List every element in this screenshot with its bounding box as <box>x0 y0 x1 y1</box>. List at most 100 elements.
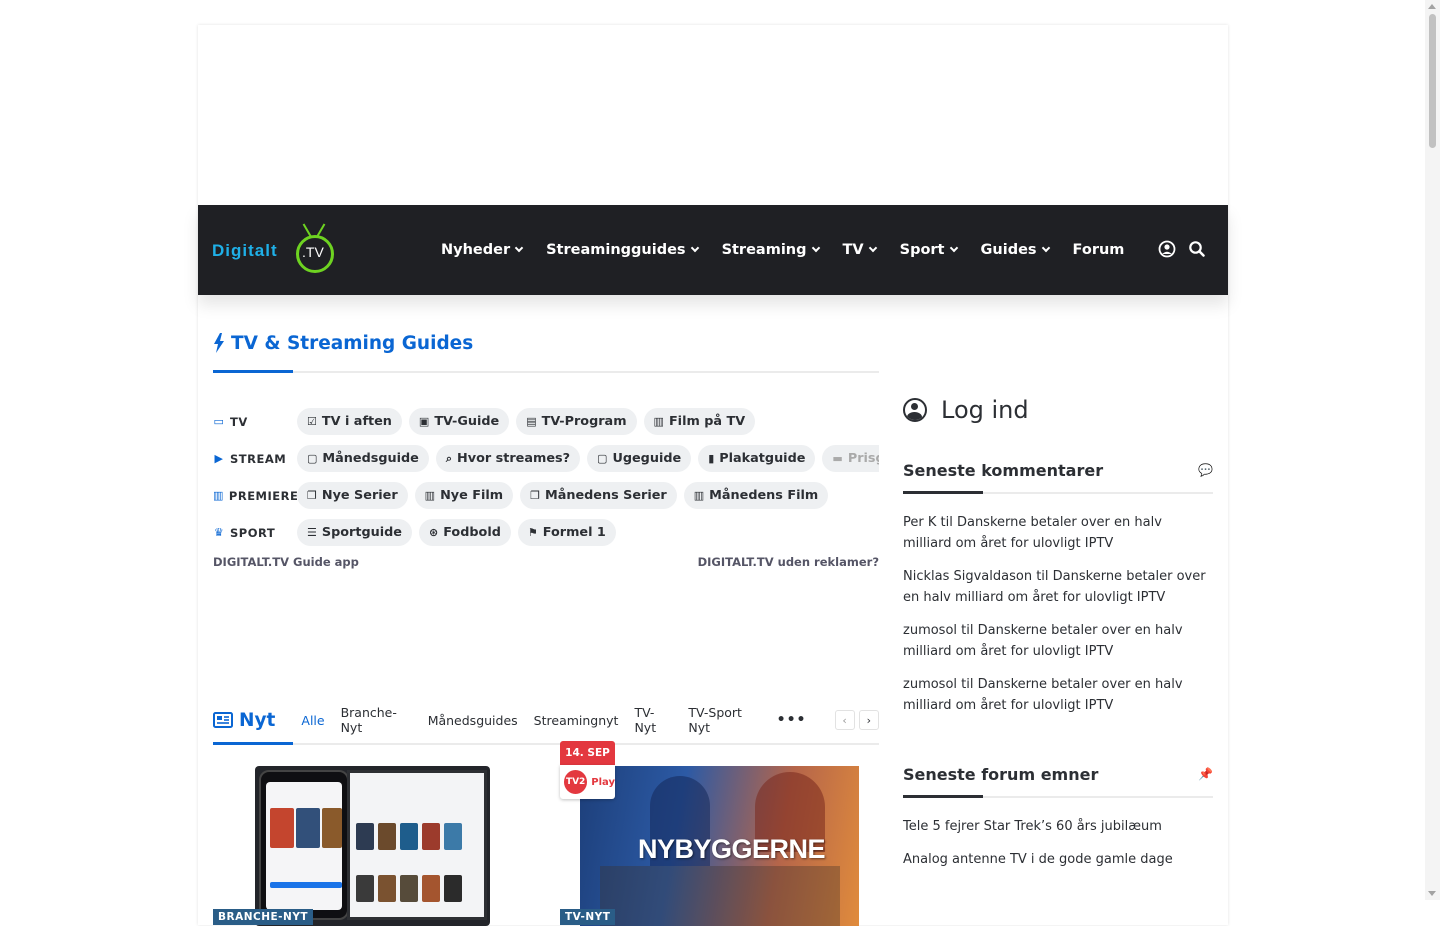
nav-item-guides[interactable]: Guides <box>980 242 1050 258</box>
tab-tv-sport-nyt[interactable]: TV-Sport Nyt <box>688 705 760 735</box>
poster-thumb <box>400 875 418 902</box>
image-ground <box>600 866 840 926</box>
pill-tv-program[interactable]: ▤ TV-Program <box>516 408 637 435</box>
bolt-icon <box>214 333 224 353</box>
prev-button[interactable]: ‹ <box>834 710 855 730</box>
chevron-left-icon: ‹ <box>842 713 847 727</box>
news-title-text: Nyt <box>239 709 276 731</box>
comment-item[interactable]: Nicklas Sigvaldason til Danskerne betale… <box>903 566 1213 608</box>
nav-item-streamingguides[interactable]: Streamingguides <box>546 242 699 258</box>
poster-thumb <box>322 808 342 848</box>
pill-formel-1[interactable]: ⚑ Formel 1 <box>517 519 616 546</box>
comment-item[interactable]: zumosol til Danskerne betaler over en ha… <box>903 674 1213 716</box>
widget-rule <box>903 491 1213 494</box>
pill-tv-guide[interactable]: ▣ TV-Guide <box>408 408 510 435</box>
date-badge: 14. SEP <box>560 741 615 765</box>
nav-item-label: Guides <box>980 242 1037 258</box>
scroll-up-arrow[interactable] <box>1428 4 1436 9</box>
nav-item-label: TV <box>842 242 864 258</box>
tab-alle[interactable]: Alle <box>301 713 324 728</box>
flag-checkered-icon: ⚑ <box>527 526 538 539</box>
news-title: Nyt <box>213 710 275 731</box>
tab-streamingnyt[interactable]: Streamingnyt <box>534 713 619 728</box>
film-icon: ▥ <box>213 489 224 502</box>
no-ads-link[interactable]: DIGITALT.TV uden reklamer? <box>698 555 879 569</box>
pill-nye-serier[interactable]: ❐ Nye Serier <box>297 482 408 509</box>
pill-maanedens-film[interactable]: ▥ Månedens Film <box>683 482 829 509</box>
logo-word: Digitalt <box>212 241 278 260</box>
nav-item-label: Streaming <box>721 242 807 258</box>
calendar-icon: ▢ <box>307 452 318 465</box>
row-label-text: TV <box>230 414 248 429</box>
news-card-image[interactable]: NYBYGGERNE <box>580 766 859 926</box>
nav-item-nyheder[interactable]: Nyheder <box>441 242 524 258</box>
user-icon[interactable] <box>1158 240 1176 258</box>
news-header: Nyt Alle Branche-Nyt Månedsguides Stream… <box>213 695 879 745</box>
widget-head: Seneste forum emner 📌 <box>903 762 1213 786</box>
pill-plakatguide[interactable]: ▮ Plakatguide <box>698 445 816 472</box>
tab-branche-nyt[interactable]: Branche-Nyt <box>341 705 412 735</box>
file-image-icon: ▮ <box>708 452 715 465</box>
tab-maanedsguides[interactable]: Månedsguides <box>428 713 518 728</box>
chevron-down-icon <box>514 243 524 253</box>
tab-tv-nyt[interactable]: TV-Nyt <box>634 705 672 735</box>
pill-label: Ugeguide <box>612 451 682 466</box>
scroll-thumb[interactable] <box>1429 14 1436 148</box>
pill-film-paa-tv[interactable]: ▥ Film på TV <box>643 408 756 435</box>
pill-label: Prisguide <box>847 451 879 466</box>
tv2-play-label: Play <box>591 776 615 788</box>
nav-item-tv[interactable]: TV <box>842 242 877 258</box>
title-rule <box>213 370 879 373</box>
news-card-image[interactable] <box>255 766 490 926</box>
nav-item-streaming[interactable]: Streaming <box>721 242 820 258</box>
pill-label: Månedens Film <box>709 488 819 503</box>
guide-row-premierer: ▥ PREMIERER ❐ Nye Serier ▥ Nye Film ❐ Månede… <box>213 477 879 514</box>
thumbtack-icon: 📌 <box>1198 767 1213 781</box>
page-scrollbar[interactable] <box>1425 0 1440 900</box>
poster-thumb <box>356 823 374 850</box>
nav-item-forum[interactable]: Forum <box>1073 242 1125 258</box>
widget-rule-accent <box>903 795 983 798</box>
pill-label: Fodbold <box>443 525 501 540</box>
film-icon: ▥ <box>693 489 705 502</box>
pill-nye-film[interactable]: ▥ Nye Film <box>414 482 514 509</box>
pill-maanedens-serier[interactable]: ❐ Månedens Serier <box>520 482 677 509</box>
pill-ugeguide[interactable]: ▢ Ugeguide <box>587 445 692 472</box>
pill-maanedsguide[interactable]: ▢ Månedsguide <box>297 445 429 472</box>
forum-topic[interactable]: Tele 5 fejrer Star Trek’s 60 års jubilæu… <box>903 816 1213 837</box>
pill-label: TV-Program <box>541 414 627 429</box>
poster-thumb <box>400 823 418 850</box>
login-button[interactable]: Log ind <box>903 390 1213 430</box>
pill-prisguide[interactable]: ▬ Prisguide <box>822 445 879 472</box>
app-button-bar <box>270 882 342 888</box>
nav-item-sport[interactable]: Sport <box>900 242 958 258</box>
more-tabs-button[interactable]: ••• <box>777 712 807 728</box>
film-icon: ▥ <box>653 415 664 428</box>
nav-item-label: Streamingguides <box>546 242 686 258</box>
widget-title: Seneste forum emner <box>903 764 1099 784</box>
pill-sportguide[interactable]: ☰ Sportguide <box>297 519 412 546</box>
pill-label: Hvor streames? <box>457 451 571 466</box>
pill-hvor-streames[interactable]: ⌕ Hvor streames? <box>435 445 581 472</box>
comment-item[interactable]: zumosol til Danskerne betaler over en ha… <box>903 620 1213 662</box>
pill-label: Sportguide <box>321 525 402 540</box>
category-badge[interactable]: BRANCHE-NYT <box>213 909 314 925</box>
search-icon[interactable] <box>1188 240 1206 258</box>
comment-item[interactable]: Per K til Danskerne betaler over en halv… <box>903 512 1213 554</box>
forum-topic[interactable]: Analog antenne TV i de gode gamle dage <box>903 849 1213 870</box>
list-icon: ☰ <box>307 526 317 539</box>
ad-space <box>198 25 1228 205</box>
pill-fodbold[interactable]: ⊛ Fodbold <box>418 519 511 546</box>
pill-tv-i-aften[interactable]: ☑ TV i aften <box>297 408 402 435</box>
chevron-right-icon: › <box>866 713 872 727</box>
guide-rows: ▭ TV ☑ TV i aften ▣ TV-Guide ▤ TV-Program ▥ F… <box>213 403 879 551</box>
forum-widget: Seneste forum emner 📌 Tele 5 fejrer Star… <box>903 762 1213 870</box>
guide-app-link[interactable]: DIGITALT.TV Guide app <box>213 555 359 569</box>
site-logo[interactable]: Digitalt .TV <box>212 223 337 279</box>
poster-thumb <box>378 875 396 902</box>
category-badge[interactable]: TV-NYT <box>560 909 616 925</box>
next-button[interactable]: › <box>858 710 879 730</box>
scroll-down-arrow[interactable] <box>1428 891 1436 896</box>
poster-thumb <box>422 875 440 902</box>
tv2-logo: TV2 <box>564 770 588 794</box>
